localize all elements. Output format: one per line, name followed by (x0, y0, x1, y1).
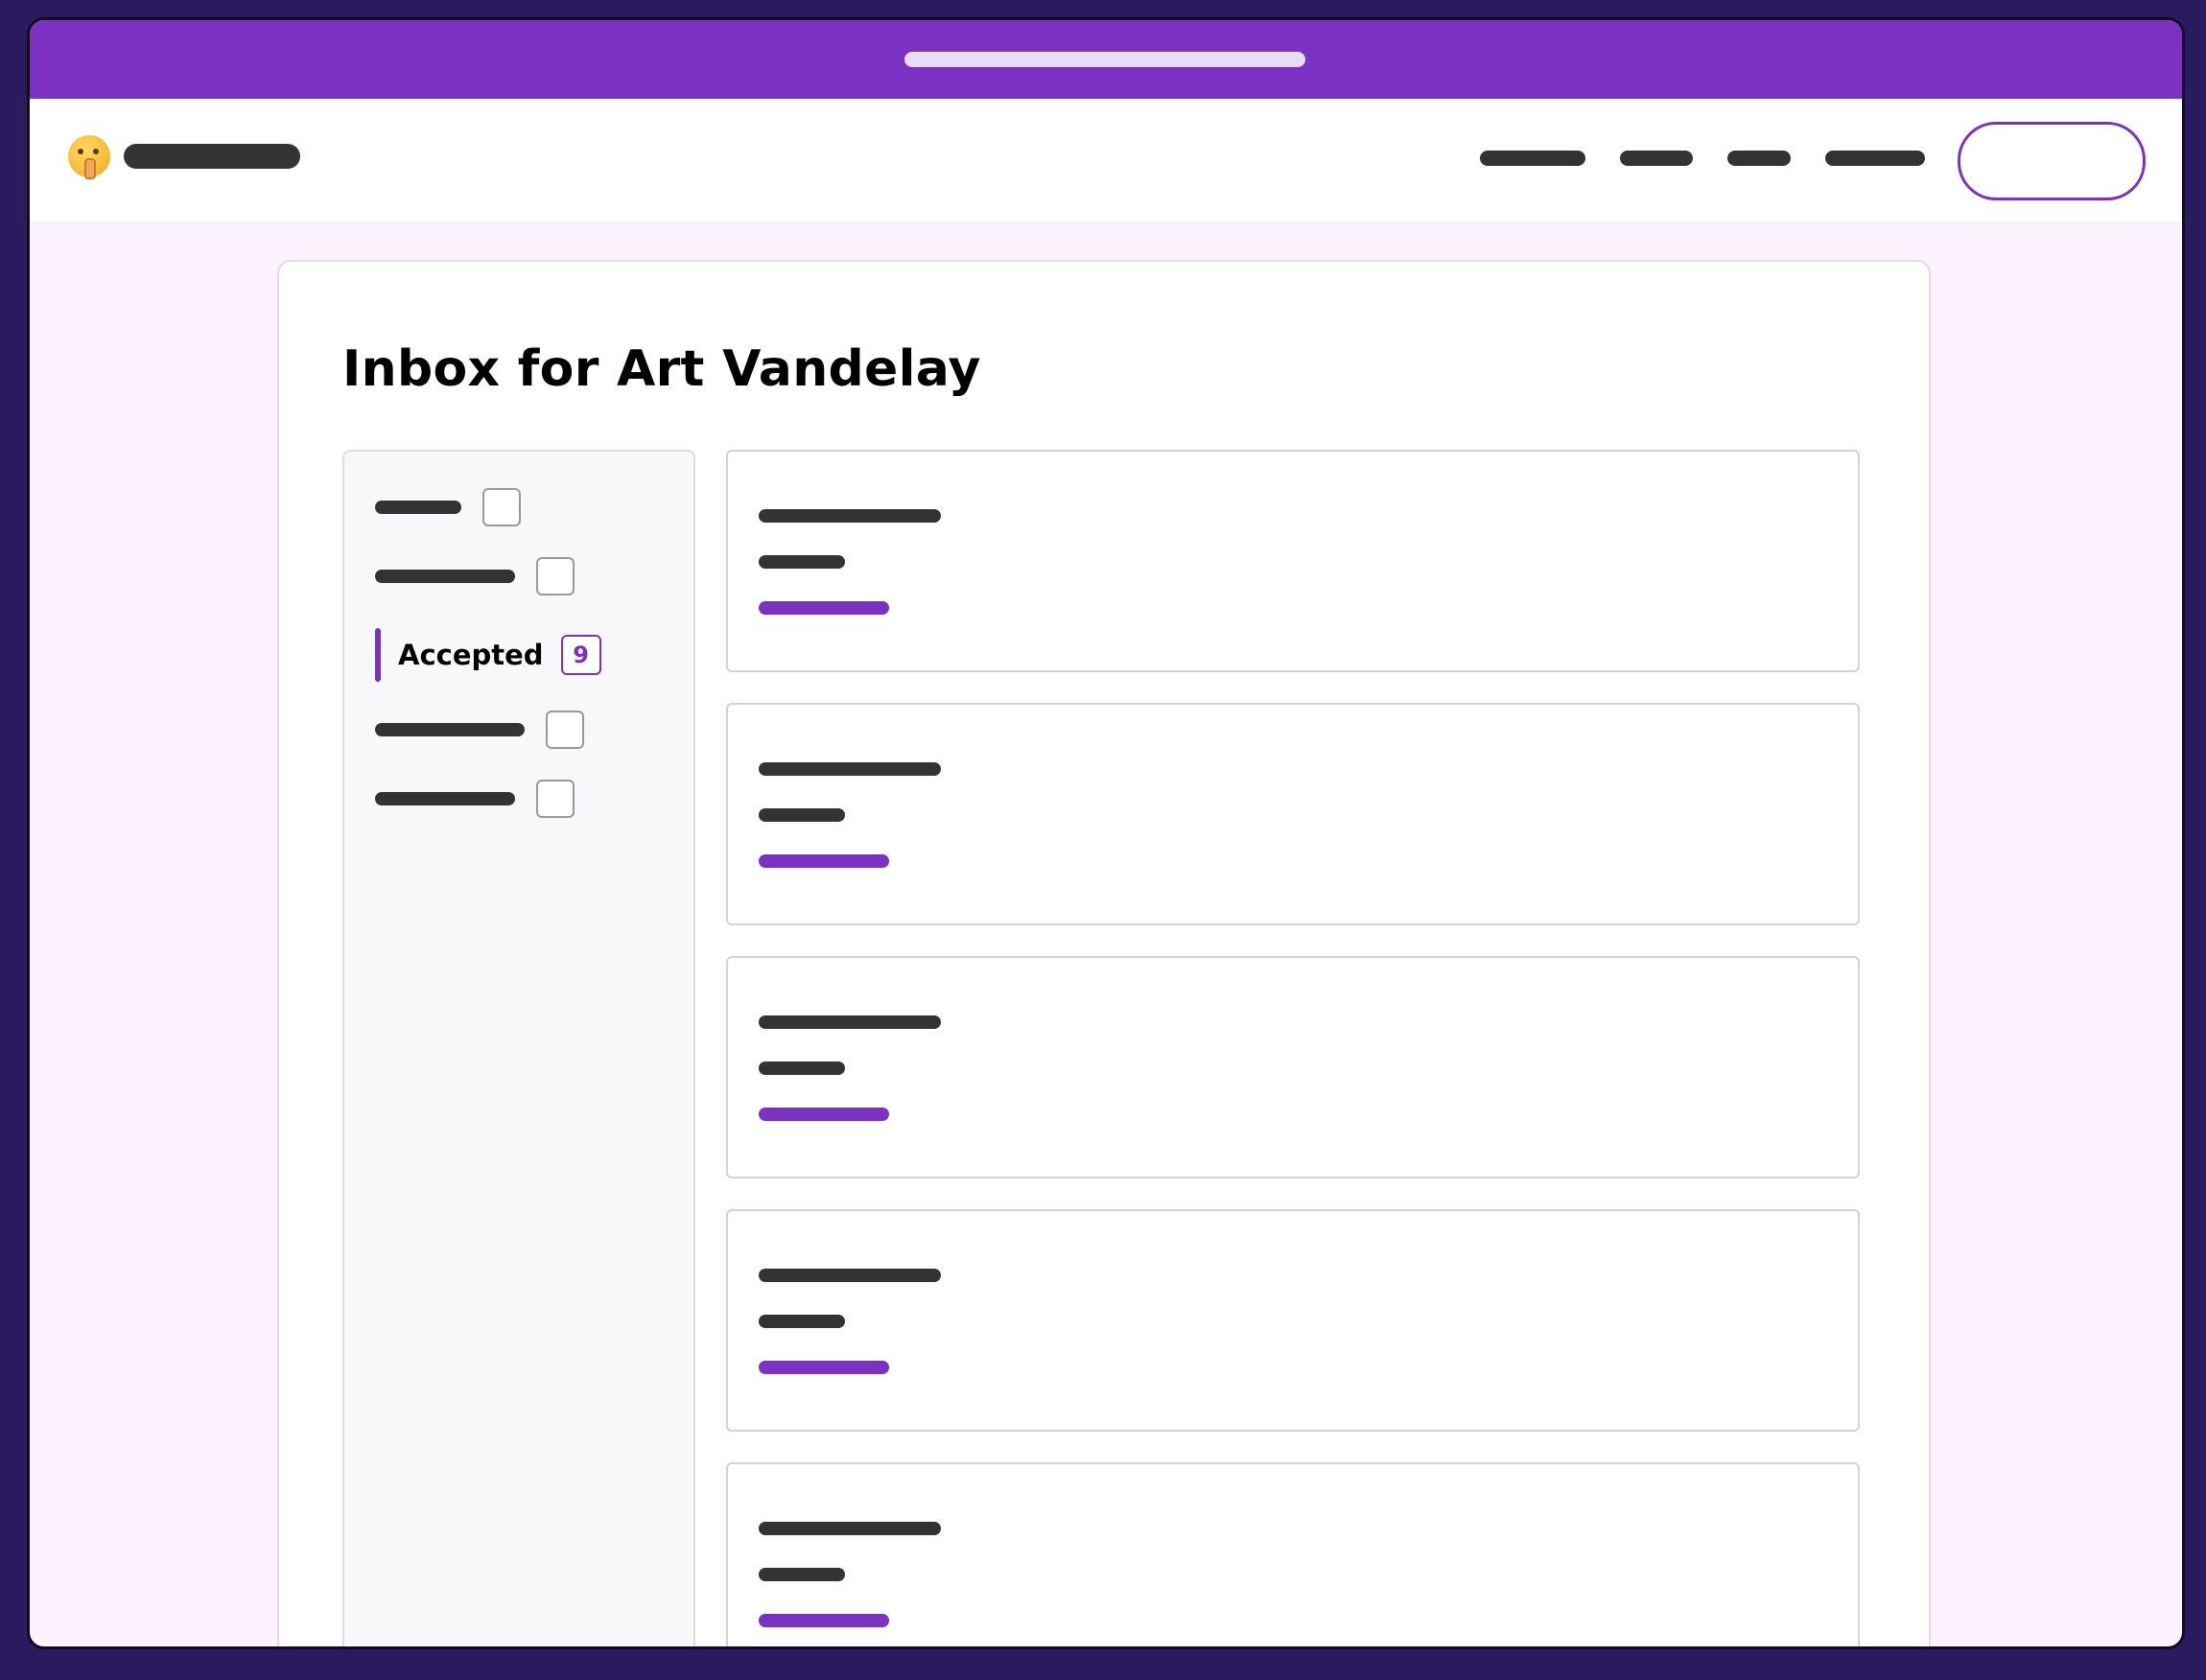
nav-link-3[interactable] (1727, 151, 1791, 166)
item-subtitle-placeholder (759, 1315, 845, 1328)
item-subtitle-placeholder (759, 808, 845, 822)
item-link-placeholder[interactable] (759, 1361, 889, 1374)
address-bar[interactable] (904, 52, 1305, 67)
inbox-list-item[interactable] (726, 450, 1860, 672)
inbox-card: Inbox for Art Vandelay Accepted 9 (277, 260, 1931, 1646)
filter-item-5[interactable] (375, 780, 575, 818)
active-filter-indicator (375, 628, 381, 682)
filter-count-badge (546, 711, 584, 749)
nav-links (1480, 151, 1960, 166)
item-subtitle-placeholder (759, 1062, 845, 1075)
filter-label-placeholder (375, 792, 515, 805)
filter-label-accepted: Accepted (398, 639, 544, 671)
filter-count-badge (536, 557, 575, 595)
item-title-placeholder (759, 1522, 941, 1535)
item-link-placeholder[interactable] (759, 601, 889, 615)
brand[interactable] (68, 135, 300, 179)
nav-action-button[interactable] (1958, 122, 2146, 200)
nav-link-1[interactable] (1480, 151, 1585, 166)
inbox-list-item[interactable] (726, 956, 1860, 1178)
filter-count-badge-accepted: 9 (560, 635, 601, 675)
item-subtitle-placeholder (759, 1568, 845, 1581)
browser-titlebar (30, 20, 2182, 99)
shushing-face-emoji-icon (68, 135, 110, 179)
filter-item-4[interactable] (375, 711, 584, 749)
inbox-list-item[interactable] (726, 703, 1860, 925)
filter-sidebar: Accepted 9 (342, 450, 695, 1646)
filter-item-1[interactable] (375, 488, 521, 526)
item-link-placeholder[interactable] (759, 1108, 889, 1121)
page-title: Inbox for Art Vandelay (342, 340, 981, 398)
inbox-list-item[interactable] (726, 1462, 1860, 1646)
site-navbar (30, 99, 2182, 222)
item-link-placeholder[interactable] (759, 854, 889, 868)
filter-label-placeholder (375, 570, 515, 583)
browser-window: Inbox for Art Vandelay Accepted 9 (27, 17, 2185, 1649)
item-subtitle-placeholder (759, 555, 845, 569)
item-title-placeholder (759, 1269, 941, 1282)
item-title-placeholder (759, 762, 941, 776)
nav-link-4[interactable] (1825, 151, 1925, 166)
item-title-placeholder (759, 1015, 941, 1029)
item-title-placeholder (759, 509, 941, 523)
filter-item-2[interactable] (375, 557, 575, 595)
filter-label-placeholder (375, 501, 461, 514)
item-link-placeholder[interactable] (759, 1614, 889, 1627)
nav-link-2[interactable] (1620, 151, 1693, 166)
filter-item-accepted[interactable]: Accepted 9 (375, 628, 601, 682)
inbox-list-item[interactable] (726, 1209, 1860, 1432)
filter-count-badge (536, 780, 575, 818)
brand-name-placeholder (124, 144, 300, 169)
filter-count-badge (482, 488, 521, 526)
filter-label-placeholder (375, 723, 525, 736)
